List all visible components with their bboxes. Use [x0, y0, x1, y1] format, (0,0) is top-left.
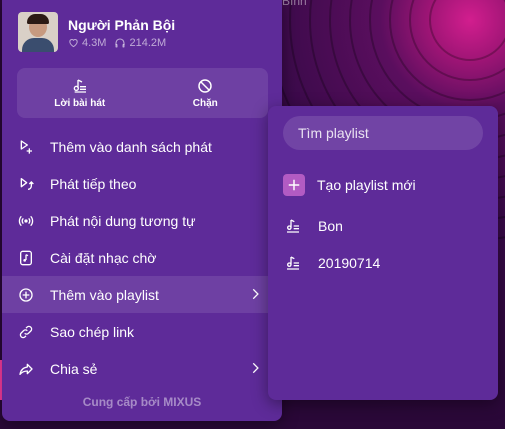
play-next-icon — [20, 177, 34, 190]
lyrics-label: Lời bài hát — [54, 97, 106, 109]
listens-count: 214.2M — [129, 36, 167, 49]
quick-actions: Lời bài hát Chặn — [17, 68, 268, 118]
menu-item-play-next[interactable]: Phát tiếp theo — [2, 165, 282, 202]
menu-item-add-to-playlist[interactable]: Thêm vào playlist — [2, 276, 282, 313]
share-icon — [19, 363, 33, 375]
playlist-item[interactable]: Bon — [283, 207, 343, 244]
playlist-item[interactable]: 20190714 — [283, 244, 380, 281]
menu-item-label: Sao chép link — [50, 323, 135, 340]
provider-text: Cung cấp bởi MIXUS — [82, 395, 202, 409]
menu-item-label: Chia sẻ — [50, 360, 98, 377]
block-button[interactable]: Chặn — [143, 68, 269, 118]
song-context-menu: Người Phản Bội 4.3M 214.2M Lời bài hát C… — [2, 0, 282, 421]
headphones-icon — [115, 37, 126, 47]
chevron-right-icon — [252, 362, 259, 374]
menu-item-ringtone[interactable]: Cài đặt nhạc chờ — [2, 239, 282, 276]
playlist-icon — [287, 218, 299, 233]
link-icon — [19, 325, 33, 338]
playlist-name: Bon — [318, 217, 343, 234]
block-label: Chặn — [192, 97, 218, 109]
block-icon — [198, 78, 212, 93]
menu-item-label: Phát tiếp theo — [50, 175, 137, 192]
menu-item-label: Cài đặt nhạc chờ — [50, 249, 157, 266]
ringtone-icon — [20, 250, 32, 265]
menu-item-add-to-queue[interactable]: Thêm vào danh sách phát — [2, 128, 282, 165]
heart-icon — [69, 39, 78, 48]
lyrics-button[interactable]: Lời bài hát — [17, 68, 143, 118]
add-queue-icon — [20, 139, 32, 154]
playlist-search-input[interactable] — [283, 116, 483, 150]
plus-icon — [283, 173, 305, 196]
chevron-right-icon — [252, 288, 259, 300]
menu-item-play-similar[interactable]: Phát nội dung tương tự — [2, 202, 282, 239]
menu-item-label: Thêm vào danh sách phát — [50, 138, 212, 155]
playlist-submenu: Tạo playlist mới Bon 20190714 — [268, 106, 498, 400]
song-thumbnail — [18, 12, 58, 52]
menu-item-share[interactable]: Chia sẻ — [2, 350, 282, 387]
create-playlist-label: Tạo playlist mới — [317, 176, 416, 193]
menu-item-label: Phát nội dung tương tự — [50, 212, 196, 229]
playlist-name: 20190714 — [318, 254, 381, 271]
lyrics-icon — [73, 78, 86, 93]
playlist-icon — [287, 255, 299, 270]
create-playlist-button[interactable]: Tạo playlist mới — [283, 166, 416, 203]
radio-icon — [18, 215, 34, 226]
song-header: Người Phản Bội 4.3M 214.2M — [18, 12, 175, 52]
song-title: Người Phản Bội — [68, 16, 176, 33]
menu-items: Thêm vào danh sách phát Phát tiếp theo P… — [2, 128, 282, 387]
add-circle-icon — [19, 287, 33, 302]
menu-item-label: Thêm vào playlist — [50, 286, 159, 303]
menu-item-copy-link[interactable]: Sao chép link — [2, 313, 282, 350]
likes-count: 4.3M — [82, 36, 107, 49]
